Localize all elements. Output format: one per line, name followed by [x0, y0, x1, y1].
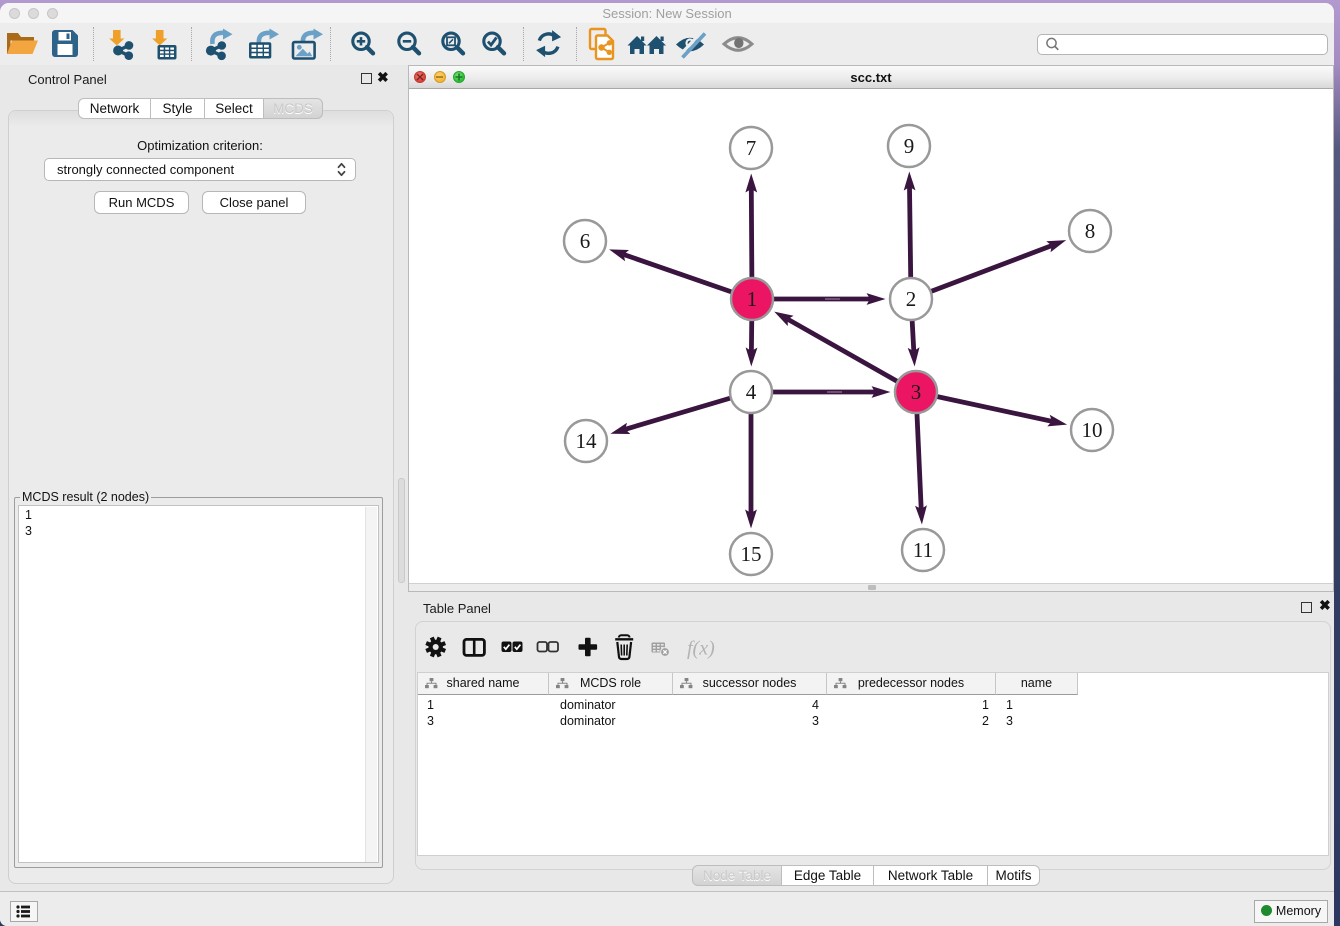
svg-text:6: 6: [580, 229, 591, 253]
svg-text:3: 3: [911, 380, 922, 404]
svg-text:1: 1: [747, 287, 758, 311]
svg-text:8: 8: [1085, 219, 1096, 243]
svg-text:f(x): f(x): [687, 638, 715, 660]
svg-text:15: 15: [741, 542, 762, 566]
svg-text:9: 9: [904, 134, 915, 158]
svg-text:4: 4: [746, 380, 757, 404]
svg-text:7: 7: [746, 136, 757, 160]
svg-text:10: 10: [1082, 418, 1103, 442]
svg-text:11: 11: [913, 538, 933, 562]
svg-text:2: 2: [906, 287, 917, 311]
svg-text:14: 14: [576, 429, 598, 453]
